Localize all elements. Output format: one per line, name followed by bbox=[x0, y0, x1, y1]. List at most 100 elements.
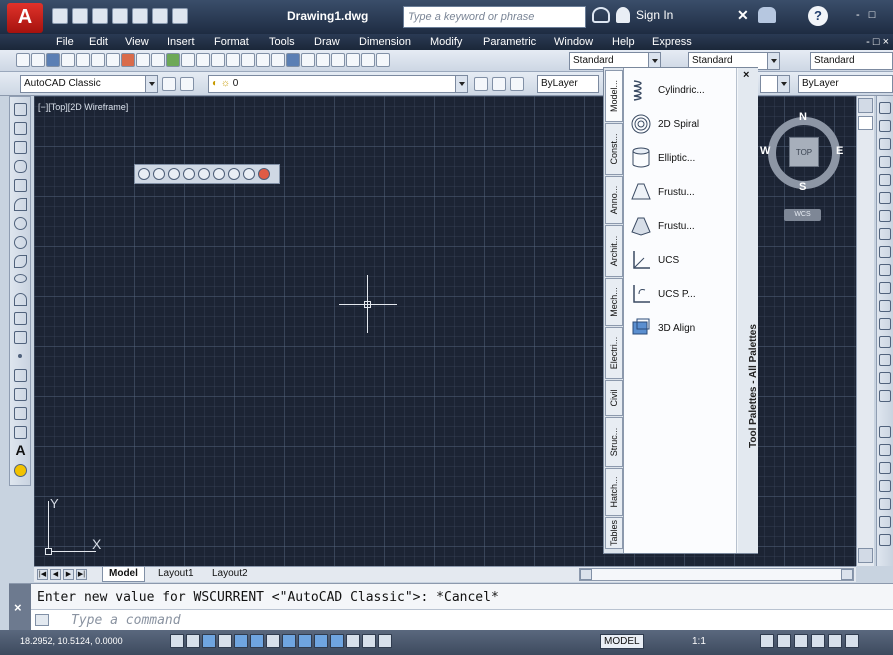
menu-help[interactable]: Help bbox=[612, 36, 635, 48]
object-snap-icon[interactable] bbox=[250, 634, 264, 648]
revision-cloud-icon[interactable] bbox=[14, 236, 27, 249]
palette-item-frustum-pyramid[interactable]: Frustu... bbox=[630, 212, 695, 240]
lock-icon[interactable] bbox=[794, 634, 808, 648]
model-space-toggle[interactable]: MODEL bbox=[600, 634, 644, 649]
scroll-thumb[interactable] bbox=[858, 116, 873, 130]
scale-icon[interactable] bbox=[879, 228, 891, 240]
palette-title-bar[interactable]: × Tool Palettes - All Palettes bbox=[738, 68, 759, 553]
menu-tools[interactable]: Tools bbox=[269, 36, 295, 48]
plot-icon[interactable] bbox=[132, 8, 148, 24]
linetype-select[interactable] bbox=[760, 75, 790, 93]
menu-draw[interactable]: Draw bbox=[314, 36, 340, 48]
isolate-objects-icon[interactable] bbox=[828, 634, 842, 648]
grid-display-icon[interactable] bbox=[202, 634, 216, 648]
lineweight-select[interactable]: ByLayer bbox=[798, 75, 893, 93]
arc-icon[interactable] bbox=[14, 198, 27, 211]
save-as-icon[interactable] bbox=[112, 8, 128, 24]
stretch-icon[interactable] bbox=[879, 246, 891, 258]
region-icon[interactable] bbox=[14, 407, 27, 420]
workspace-select[interactable]: AutoCAD Classic bbox=[20, 75, 158, 93]
tab-mechanical[interactable]: Mech... bbox=[605, 278, 623, 326]
community-icon[interactable] bbox=[758, 7, 776, 23]
cone-icon[interactable] bbox=[183, 168, 195, 180]
publish-icon[interactable] bbox=[91, 53, 105, 67]
cylinder-icon[interactable] bbox=[168, 168, 180, 180]
hatch-icon[interactable] bbox=[14, 369, 27, 382]
offset-icon[interactable] bbox=[879, 156, 891, 168]
compass-east[interactable]: E bbox=[836, 145, 843, 157]
coordinate-display[interactable]: 18.2952, 10.5124, 0.0000 bbox=[20, 636, 123, 646]
undo-icon[interactable] bbox=[196, 53, 210, 67]
dimension-linear-icon[interactable] bbox=[879, 426, 891, 438]
new-icon[interactable] bbox=[52, 8, 68, 24]
viewcube-top-face[interactable]: TOP bbox=[789, 137, 819, 167]
tab-annotation[interactable]: Anno... bbox=[605, 176, 623, 224]
menu-file[interactable]: File bbox=[56, 36, 74, 48]
application-menu-button[interactable] bbox=[7, 3, 43, 33]
document-window-controls[interactable]: - □ × bbox=[866, 36, 889, 48]
annotation-visibility-icon[interactable] bbox=[760, 634, 774, 648]
compass-north[interactable]: N bbox=[799, 111, 807, 123]
trim-icon[interactable] bbox=[879, 264, 891, 276]
menu-view[interactable]: View bbox=[125, 36, 149, 48]
zoom-previous-icon[interactable] bbox=[271, 53, 285, 67]
match-properties-icon[interactable] bbox=[166, 53, 180, 67]
tab-tables[interactable]: Tables bbox=[605, 517, 623, 549]
search-input[interactable]: Type a keyword or phrase bbox=[403, 6, 586, 28]
viewcube[interactable]: TOP N S E W bbox=[760, 111, 843, 193]
dynamic-input-icon[interactable] bbox=[314, 634, 328, 648]
scroll-up-icon[interactable] bbox=[858, 98, 873, 113]
zoom-window-icon[interactable] bbox=[256, 53, 270, 67]
palette-item-ucs-previous[interactable]: UCS P... bbox=[630, 280, 696, 308]
open-icon[interactable] bbox=[31, 53, 45, 67]
menu-insert[interactable]: Insert bbox=[167, 36, 195, 48]
polar-tracking-icon[interactable] bbox=[234, 634, 248, 648]
binoculars-icon[interactable] bbox=[592, 7, 610, 23]
make-current-layer-icon[interactable] bbox=[474, 77, 488, 91]
circle-icon[interactable] bbox=[14, 217, 27, 230]
undo-icon[interactable] bbox=[152, 8, 168, 24]
make-block-icon[interactable] bbox=[14, 331, 27, 344]
scroll-right-icon[interactable] bbox=[841, 569, 853, 580]
exchange-icon[interactable]: ✕ bbox=[737, 8, 751, 22]
dimension-arc-icon[interactable] bbox=[879, 462, 891, 474]
dimension-aligned-icon[interactable] bbox=[879, 444, 891, 456]
markup-icon[interactable] bbox=[346, 53, 360, 67]
dimension-baseline-icon[interactable] bbox=[879, 534, 891, 546]
menu-format[interactable]: Format bbox=[214, 36, 249, 48]
join-icon[interactable] bbox=[879, 318, 891, 330]
block-editor-icon[interactable] bbox=[181, 53, 195, 67]
command-input[interactable]: Type a command bbox=[31, 609, 893, 630]
tab-hatches[interactable]: Hatch... bbox=[605, 468, 623, 516]
ellipse-icon[interactable] bbox=[14, 274, 27, 283]
properties-icon[interactable] bbox=[286, 53, 300, 67]
show-lineweight-icon[interactable] bbox=[330, 634, 344, 648]
presspull-icon[interactable] bbox=[258, 168, 270, 180]
menu-window[interactable]: Window bbox=[554, 36, 593, 48]
transparency-icon[interactable] bbox=[346, 634, 360, 648]
close-icon[interactable]: × bbox=[743, 69, 749, 81]
viewport-controls[interactable]: [−][Top][2D Wireframe] bbox=[38, 102, 128, 112]
next-tab-icon[interactable]: ▶ bbox=[63, 569, 74, 580]
dimension-radius-icon[interactable] bbox=[879, 480, 891, 492]
infer-constraints-icon[interactable] bbox=[170, 634, 184, 648]
mirror-icon[interactable] bbox=[879, 138, 891, 150]
paste-icon[interactable] bbox=[151, 53, 165, 67]
tool-palettes-icon[interactable] bbox=[316, 53, 330, 67]
menu-express[interactable]: Express bbox=[652, 36, 692, 48]
scroll-left-icon[interactable] bbox=[580, 569, 592, 580]
plot-icon[interactable] bbox=[61, 53, 75, 67]
workspace-switching-icon[interactable] bbox=[777, 634, 791, 648]
torus-icon[interactable] bbox=[198, 168, 210, 180]
menu-edit[interactable]: Edit bbox=[89, 36, 108, 48]
wedge-icon[interactable] bbox=[213, 168, 225, 180]
move-icon[interactable] bbox=[879, 192, 891, 204]
palette-item-3d-align[interactable]: 3D Align bbox=[630, 314, 695, 342]
layer-previous-icon[interactable] bbox=[492, 77, 506, 91]
break-icon[interactable] bbox=[879, 300, 891, 312]
3d-dwf-icon[interactable] bbox=[106, 53, 120, 67]
table-icon[interactable] bbox=[14, 426, 27, 439]
copy-icon[interactable] bbox=[136, 53, 150, 67]
table-style-select[interactable]: Standard bbox=[810, 52, 893, 70]
dynamic-ucs-icon[interactable] bbox=[298, 634, 312, 648]
